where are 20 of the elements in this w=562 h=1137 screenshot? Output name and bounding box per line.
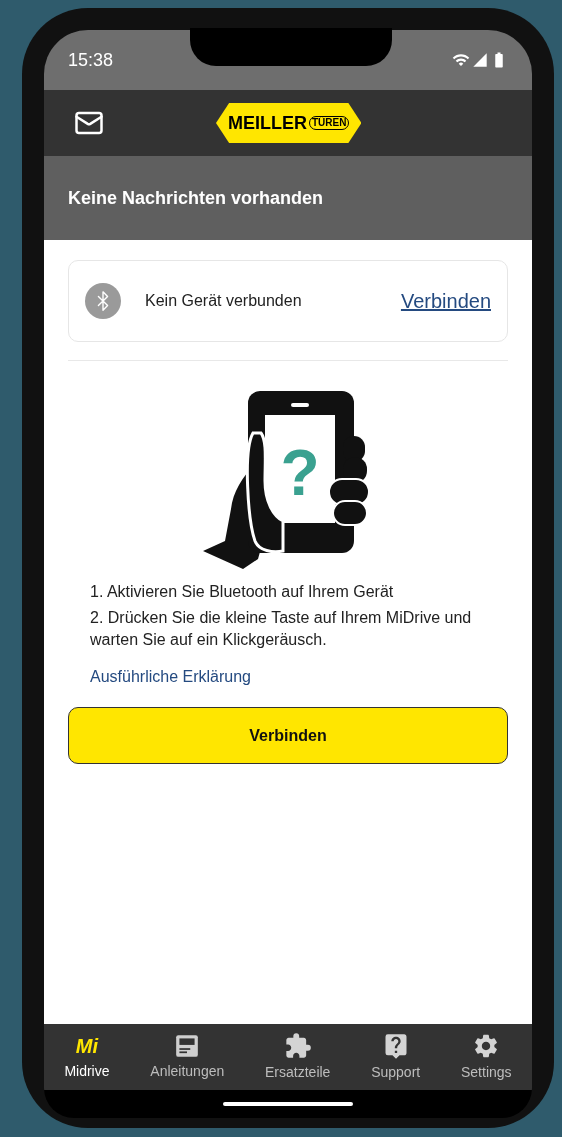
bluetooth-icon [85, 283, 121, 319]
status-time: 15:38 [68, 48, 114, 72]
message-text: Keine Nachrichten vorhanden [68, 186, 324, 210]
mi-logo: Mi [75, 1033, 99, 1059]
nav-tab[interactable]: Mi Midrive [64, 1032, 110, 1082]
connect-button[interactable]: Verbinden [68, 707, 508, 764]
nav-tab[interactable]: Ersatzteile [265, 1031, 331, 1083]
instruction-text: 1. Aktivieren Sie Bluetooth auf Ihrem Gerät [90, 582, 395, 602]
wifi-icon [452, 51, 470, 69]
instruction-text: 2. Drücken Sie die kleine Taste auf Ihrem MiDrive und warten Sie auf ein Klickgeräusch. [90, 608, 473, 650]
nav-tab[interactable]: Anleitungen [150, 1032, 225, 1082]
device-status: Kein Gerät verbunden [145, 291, 303, 311]
nav-tab[interactable]: Settings [461, 1031, 512, 1083]
connect-link[interactable]: Verbinden [400, 286, 491, 316]
signal-icon [472, 52, 488, 68]
explanation-link[interactable]: Ausführliche Erklärung [90, 665, 508, 689]
logo-text: MEILLER [228, 114, 307, 132]
nav-tab[interactable]: Support [371, 1031, 421, 1083]
puzzle-icon [283, 1031, 312, 1060]
manual-icon [174, 1032, 201, 1059]
